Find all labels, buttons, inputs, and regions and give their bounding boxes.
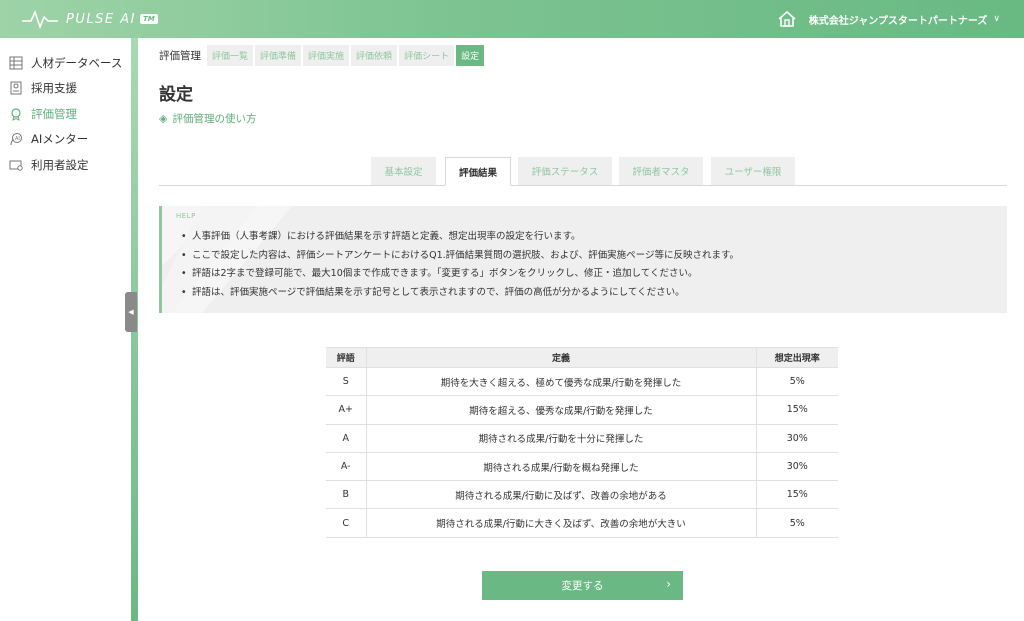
tab-evaluation-status[interactable]: 評価ステータス — [518, 157, 612, 185]
app-header: PULSE AI TM 株式会社ジャンプスタートパートナーズ ∨ — [0, 0, 1024, 38]
breadcrumb-item-sheet[interactable]: 評価シート — [399, 45, 455, 66]
grade-definition-table: 評語 定義 想定出現率 S 期待を大きく超える、極めて優秀な成果/行動を発揮した… — [326, 347, 838, 538]
breadcrumb-item-settings[interactable]: 設定 — [456, 45, 485, 66]
breadcrumb-item-prep[interactable]: 評価準備 — [255, 45, 302, 66]
tab-evaluator-master[interactable]: 評価者マスタ — [619, 157, 703, 185]
definition-cell: 期待される成果/行動を概ね発揮した — [365, 451, 756, 482]
help-item: ここで設定した内容は、評価シートアンケートにおけるQ1.評価結果質問の選択肢、お… — [181, 247, 739, 266]
mentor-icon: AI — [9, 132, 23, 146]
sidebar-item-database[interactable]: 人材データベース — [0, 50, 131, 76]
table-row: A+ 期待を超える、優秀な成果/行動を発揮した 15% — [326, 395, 838, 425]
definition-cell: 期待される成果/行動に及ばず、改善の余地がある — [365, 480, 756, 510]
grade-cell: C — [326, 508, 366, 538]
logo-text: PULSE AI — [66, 11, 136, 27]
help-item: 人事評価（人事考課）における評価結果を示す評語と定義、想定出現率の設定を行います… — [181, 228, 739, 247]
sidebar-item-recruiting[interactable]: 採用支援 — [0, 76, 131, 102]
grade-cell: B — [326, 480, 366, 510]
main-content: 評価管理 評価一覧 評価準備 評価実施 評価依頼 評価シート 設定 設定 ◈ 評… — [138, 38, 1024, 621]
tab-evaluation-results[interactable]: 評価結果 — [445, 157, 511, 186]
grade-cell: A- — [326, 451, 366, 482]
chevron-down-icon[interactable]: ∨ — [993, 14, 1000, 24]
chevron-right-icon: › — [666, 577, 671, 591]
logo-trademark: TM — [139, 14, 158, 24]
collapse-sidebar-handle[interactable]: ◀ — [125, 292, 137, 332]
rate-cell: 15% — [755, 480, 838, 510]
help-item: 評語は2字まで登録可能で、最大10個まで作成できます。「変更する」ボタンをクリッ… — [181, 265, 739, 284]
home-icon[interactable] — [777, 10, 797, 28]
table-row: A 期待される成果/行動を十分に発揮した 30% — [326, 423, 838, 453]
settings-tabs: 基本設定 評価結果 評価ステータス 評価者マスタ ユーザー権限 — [159, 157, 1007, 186]
chevron-left-icon: ◀ — [128, 308, 134, 316]
definition-cell: 期待される成果/行動を十分に発揮した — [365, 423, 756, 453]
award-icon — [9, 107, 23, 121]
sidebar-item-label: 採用支援 — [31, 81, 77, 96]
diamond-arrow-icon: ◈ — [159, 112, 168, 125]
table-row: C 期待される成果/行動に大きく及ばず、改善の余地が大きい 5% — [326, 508, 838, 538]
breadcrumb-item-execution[interactable]: 評価実施 — [303, 45, 350, 66]
rate-cell: 30% — [755, 423, 838, 453]
howto-link[interactable]: ◈ 評価管理の使い方 — [159, 111, 256, 126]
company-name[interactable]: 株式会社ジャンプスタートパートナーズ — [809, 12, 988, 27]
change-button[interactable]: 変更する › — [482, 571, 683, 600]
grade-cell: A — [326, 423, 366, 453]
sidebar-item-label: 利用者設定 — [31, 157, 89, 172]
breadcrumb-item-request[interactable]: 評価依頼 — [351, 45, 398, 66]
help-list: 人事評価（人事考課）における評価結果を示す評語と定義、想定出現率の設定を行います… — [181, 228, 739, 303]
svg-text:AI: AI — [15, 136, 20, 142]
column-header-rate: 想定出現率 — [755, 347, 838, 368]
sidebar-item-label: 人材データベース — [31, 55, 123, 70]
help-label: HELP — [176, 212, 196, 220]
definition-cell: 期待を超える、優秀な成果/行動を発揮した — [365, 395, 756, 425]
pulse-logo-icon — [22, 9, 58, 29]
rate-cell: 30% — [755, 451, 838, 482]
rate-cell: 15% — [755, 395, 838, 425]
rate-cell: 5% — [755, 508, 838, 538]
change-button-label: 変更する — [561, 580, 604, 592]
breadcrumb: 評価管理 評価一覧 評価準備 評価実施 評価依頼 評価シート 設定 — [159, 45, 486, 66]
definition-cell: 期待される成果/行動に大きく及ばず、改善の余地が大きい — [365, 508, 756, 538]
tab-basic-settings[interactable]: 基本設定 — [371, 157, 436, 185]
table-row: B 期待される成果/行動に及ばず、改善の余地がある 15% — [326, 480, 838, 510]
sidebar-item-user-settings[interactable]: 利用者設定 — [0, 152, 131, 178]
sidebar: 人材データベース 採用支援 評価管理 AI AIメンター 利用者設定 — [0, 38, 131, 621]
sidebar-item-label: AIメンター — [31, 132, 89, 147]
logo[interactable]: PULSE AI TM — [22, 9, 158, 29]
grade-cell: S — [326, 366, 366, 397]
database-icon — [9, 56, 23, 70]
document-icon — [9, 81, 23, 95]
help-item: 評語は、評価実施ページで評価結果を示す記号として表示されますので、評価の高低が分… — [181, 284, 739, 303]
definition-cell: 期待を大きく超える、極めて優秀な成果/行動を発揮した — [365, 366, 756, 397]
sidebar-item-ai-mentor[interactable]: AI AIメンター — [0, 127, 131, 153]
table-row: A- 期待される成果/行動を概ね発揮した 30% — [326, 451, 838, 482]
column-header-definition: 定義 — [365, 347, 757, 368]
breadcrumb-item-list[interactable]: 評価一覧 — [207, 45, 254, 66]
sidebar-item-label: 評価管理 — [31, 106, 77, 121]
column-header-grade: 評語 — [326, 347, 367, 368]
breadcrumb-root[interactable]: 評価管理 — [159, 48, 201, 63]
rate-cell: 5% — [755, 366, 838, 397]
page-title: 設定 — [159, 85, 193, 105]
grade-cell: A+ — [326, 395, 366, 425]
table-row: S 期待を大きく超える、極めて優秀な成果/行動を発揮した 5% — [326, 366, 838, 397]
help-box: HELP 人事評価（人事考課）における評価結果を示す評語と定義、想定出現率の設定… — [159, 206, 1007, 313]
table-header-row: 評語 定義 想定出現率 — [326, 347, 838, 368]
sidebar-item-evaluation[interactable]: 評価管理 — [0, 101, 131, 127]
user-settings-icon — [9, 158, 23, 172]
tab-user-permissions[interactable]: ユーザー権限 — [711, 157, 795, 185]
howto-label: 評価管理の使い方 — [172, 113, 257, 125]
